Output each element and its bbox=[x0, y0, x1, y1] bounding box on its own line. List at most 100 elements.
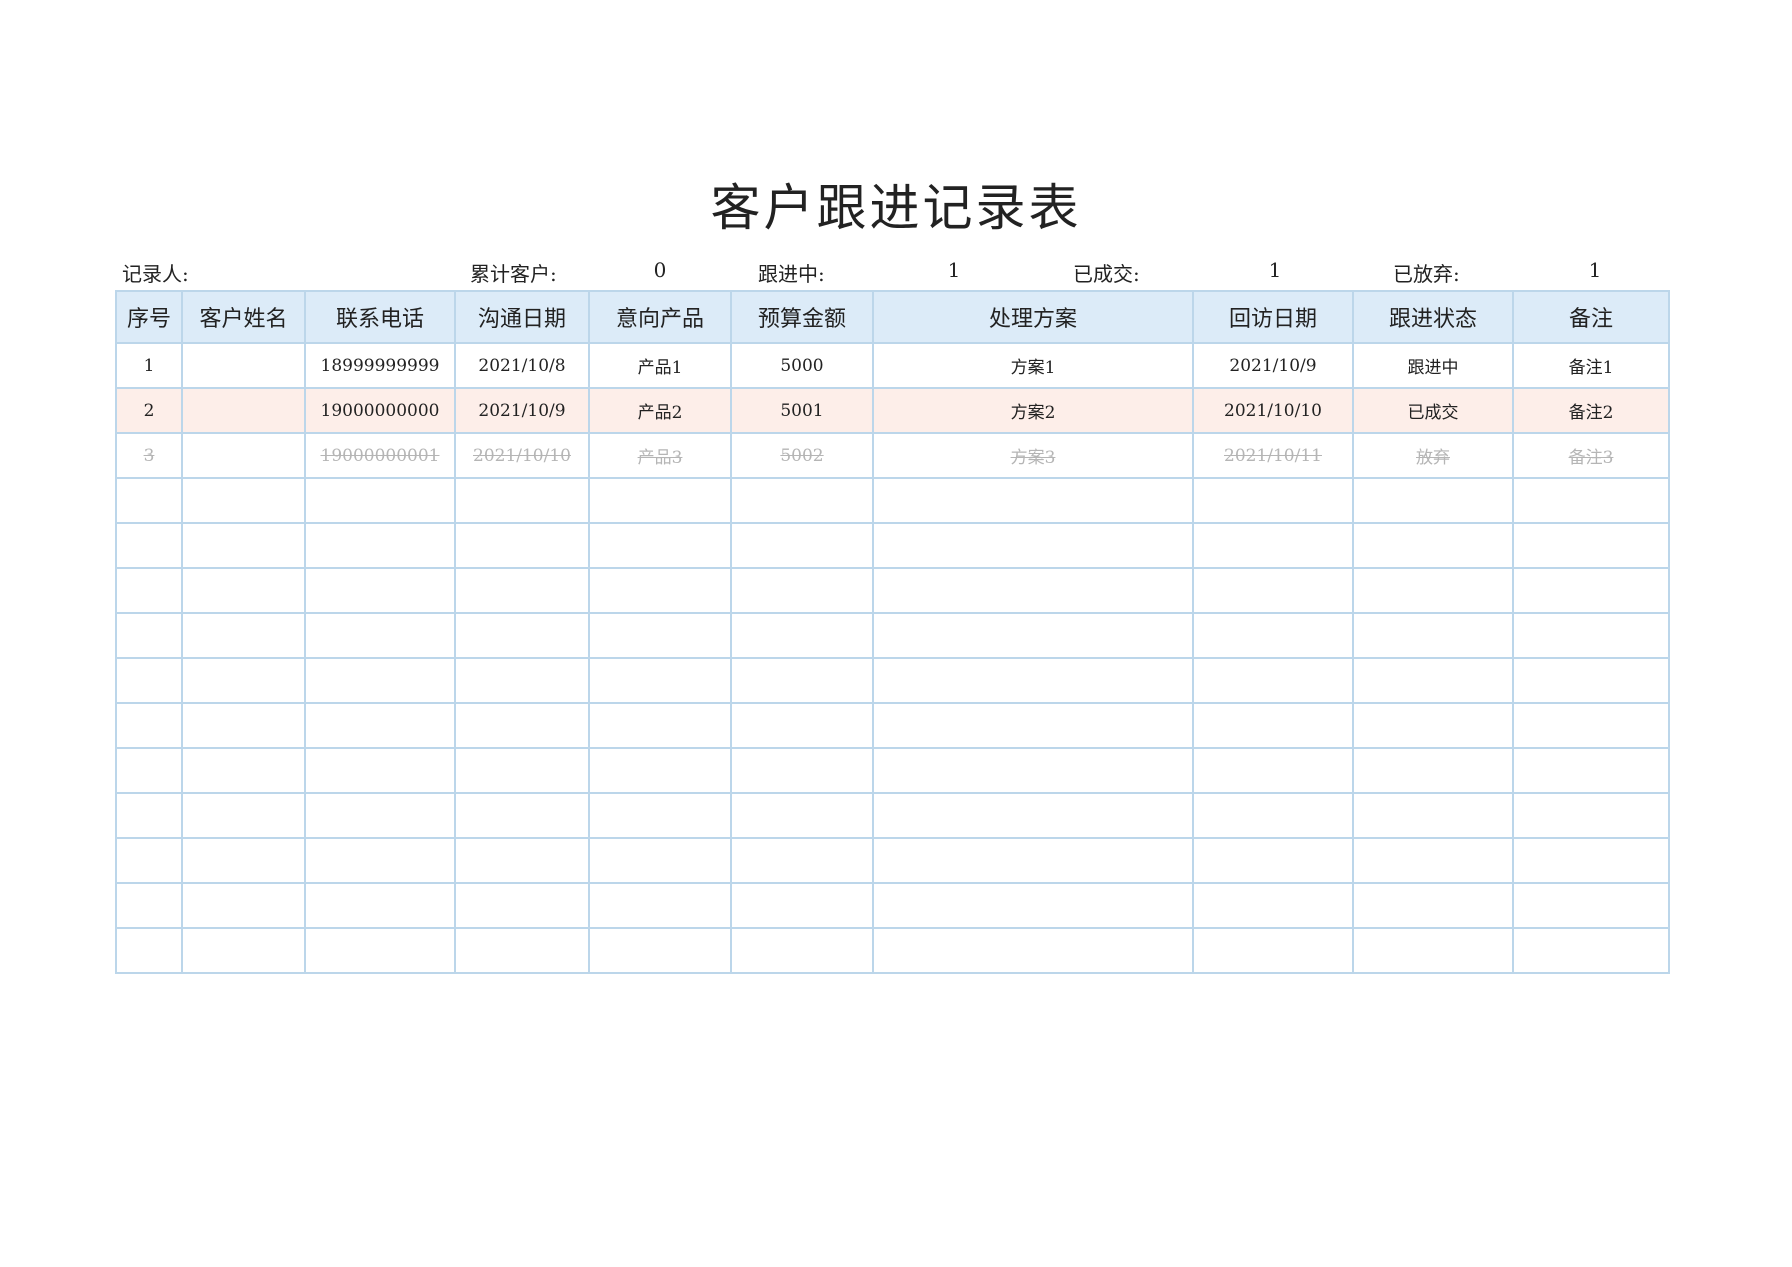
cell-status[interactable]: 已成交 bbox=[1352, 387, 1514, 434]
cell-revisit-date[interactable] bbox=[1192, 747, 1354, 794]
cell-phone[interactable] bbox=[304, 702, 456, 749]
cell-contact-date[interactable] bbox=[454, 657, 590, 704]
cell-customer-name[interactable] bbox=[181, 702, 306, 749]
cell-plan[interactable] bbox=[872, 567, 1194, 614]
cell-status[interactable] bbox=[1352, 657, 1514, 704]
cell-notes[interactable] bbox=[1512, 612, 1670, 659]
cell-seq[interactable]: 3 bbox=[115, 432, 183, 479]
cell-intended-product[interactable] bbox=[588, 522, 732, 569]
cell-revisit-date[interactable] bbox=[1192, 702, 1354, 749]
cell-status[interactable] bbox=[1352, 477, 1514, 524]
cell-budget[interactable] bbox=[730, 702, 874, 749]
cell-plan[interactable]: 方案2 bbox=[872, 387, 1194, 434]
cell-customer-name[interactable] bbox=[181, 342, 306, 389]
cell-phone[interactable]: 18999999999 bbox=[304, 342, 456, 389]
cell-customer-name[interactable] bbox=[181, 747, 306, 794]
cell-plan[interactable] bbox=[872, 522, 1194, 569]
cell-notes[interactable] bbox=[1512, 837, 1670, 884]
cell-phone[interactable] bbox=[304, 747, 456, 794]
cell-status[interactable] bbox=[1352, 927, 1514, 974]
cell-intended-product[interactable] bbox=[588, 837, 732, 884]
cell-revisit-date[interactable] bbox=[1192, 927, 1354, 974]
cell-plan[interactable] bbox=[872, 477, 1194, 524]
cell-seq[interactable] bbox=[115, 747, 183, 794]
cell-customer-name[interactable] bbox=[181, 477, 306, 524]
cell-budget[interactable] bbox=[730, 747, 874, 794]
cell-intended-product[interactable] bbox=[588, 792, 732, 839]
cell-seq[interactable] bbox=[115, 882, 183, 929]
cell-budget[interactable] bbox=[730, 522, 874, 569]
cell-customer-name[interactable] bbox=[181, 792, 306, 839]
cell-seq[interactable] bbox=[115, 567, 183, 614]
cell-plan[interactable] bbox=[872, 927, 1194, 974]
cell-notes[interactable] bbox=[1512, 927, 1670, 974]
cell-budget[interactable] bbox=[730, 657, 874, 704]
cell-phone[interactable]: 19000000000 bbox=[304, 387, 456, 434]
cell-revisit-date[interactable] bbox=[1192, 522, 1354, 569]
cell-plan[interactable] bbox=[872, 747, 1194, 794]
cell-customer-name[interactable] bbox=[181, 657, 306, 704]
cell-contact-date[interactable] bbox=[454, 612, 590, 659]
cell-notes[interactable] bbox=[1512, 657, 1670, 704]
cell-status[interactable] bbox=[1352, 567, 1514, 614]
cell-customer-name[interactable] bbox=[181, 522, 306, 569]
cell-budget[interactable]: 5002 bbox=[730, 432, 874, 479]
cell-intended-product[interactable] bbox=[588, 882, 732, 929]
cell-plan[interactable] bbox=[872, 612, 1194, 659]
cell-contact-date[interactable] bbox=[454, 567, 590, 614]
cell-notes[interactable] bbox=[1512, 567, 1670, 614]
cell-customer-name[interactable] bbox=[181, 927, 306, 974]
cell-phone[interactable]: 19000000001 bbox=[304, 432, 456, 479]
cell-status[interactable] bbox=[1352, 612, 1514, 659]
cell-seq[interactable] bbox=[115, 657, 183, 704]
cell-phone[interactable] bbox=[304, 927, 456, 974]
cell-seq[interactable]: 2 bbox=[115, 387, 183, 434]
cell-status[interactable] bbox=[1352, 882, 1514, 929]
cell-seq[interactable] bbox=[115, 522, 183, 569]
cell-phone[interactable] bbox=[304, 612, 456, 659]
cell-plan[interactable] bbox=[872, 792, 1194, 839]
cell-notes[interactable] bbox=[1512, 522, 1670, 569]
cell-plan[interactable]: 方案1 bbox=[872, 342, 1194, 389]
cell-budget[interactable] bbox=[730, 477, 874, 524]
cell-customer-name[interactable] bbox=[181, 837, 306, 884]
cell-revisit-date[interactable] bbox=[1192, 612, 1354, 659]
cell-plan[interactable] bbox=[872, 882, 1194, 929]
cell-budget[interactable]: 5001 bbox=[730, 387, 874, 434]
cell-notes[interactable] bbox=[1512, 882, 1670, 929]
cell-status[interactable] bbox=[1352, 702, 1514, 749]
cell-intended-product[interactable] bbox=[588, 477, 732, 524]
cell-notes[interactable]: 备注3 bbox=[1512, 432, 1670, 479]
cell-contact-date[interactable]: 2021/10/8 bbox=[454, 342, 590, 389]
cell-intended-product[interactable] bbox=[588, 657, 732, 704]
cell-budget[interactable] bbox=[730, 612, 874, 659]
cell-status[interactable] bbox=[1352, 747, 1514, 794]
cell-plan[interactable]: 方案3 bbox=[872, 432, 1194, 479]
cell-revisit-date[interactable]: 2021/10/10 bbox=[1192, 387, 1354, 434]
cell-contact-date[interactable]: 2021/10/10 bbox=[454, 432, 590, 479]
cell-intended-product[interactable]: 产品1 bbox=[588, 342, 732, 389]
cell-intended-product[interactable] bbox=[588, 927, 732, 974]
cell-intended-product[interactable] bbox=[588, 747, 732, 794]
cell-status[interactable]: 跟进中 bbox=[1352, 342, 1514, 389]
cell-intended-product[interactable] bbox=[588, 567, 732, 614]
cell-plan[interactable] bbox=[872, 837, 1194, 884]
cell-customer-name[interactable] bbox=[181, 567, 306, 614]
cell-revisit-date[interactable] bbox=[1192, 792, 1354, 839]
cell-budget[interactable]: 5000 bbox=[730, 342, 874, 389]
cell-budget[interactable] bbox=[730, 927, 874, 974]
cell-contact-date[interactable] bbox=[454, 882, 590, 929]
cell-contact-date[interactable] bbox=[454, 522, 590, 569]
cell-status[interactable] bbox=[1352, 522, 1514, 569]
cell-revisit-date[interactable] bbox=[1192, 837, 1354, 884]
cell-notes[interactable] bbox=[1512, 792, 1670, 839]
cell-seq[interactable] bbox=[115, 477, 183, 524]
cell-customer-name[interactable] bbox=[181, 432, 306, 479]
cell-seq[interactable] bbox=[115, 612, 183, 659]
cell-phone[interactable] bbox=[304, 657, 456, 704]
cell-budget[interactable] bbox=[730, 792, 874, 839]
cell-seq[interactable] bbox=[115, 702, 183, 749]
cell-plan[interactable] bbox=[872, 657, 1194, 704]
cell-phone[interactable] bbox=[304, 522, 456, 569]
cell-budget[interactable] bbox=[730, 837, 874, 884]
